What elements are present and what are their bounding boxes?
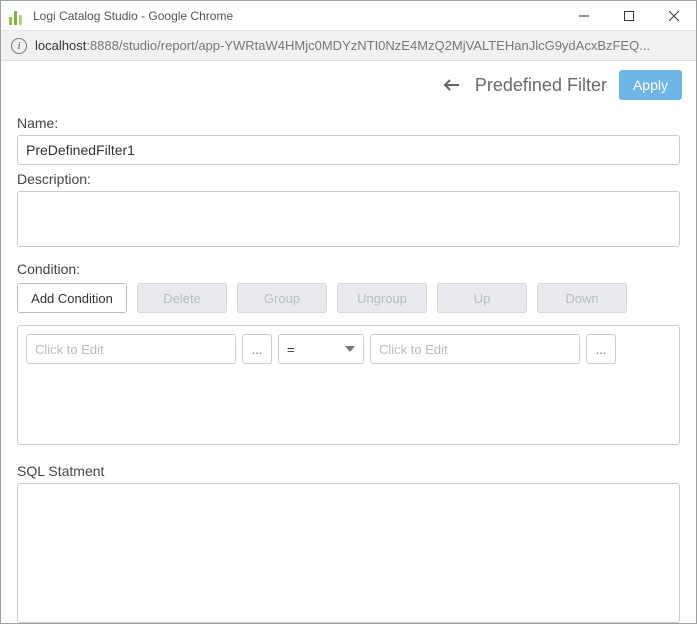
condition-row: Click to Edit ... = Click to Edit ... [26, 334, 671, 364]
name-input[interactable] [17, 135, 680, 165]
window-titlebar: Logi Catalog Studio - Google Chrome [1, 1, 696, 31]
close-icon [669, 11, 679, 21]
form-content: Name: Description: Condition: Add Condit… [1, 115, 696, 639]
minimize-icon [579, 11, 589, 21]
group-button[interactable]: Group [237, 283, 327, 313]
delete-button[interactable]: Delete [137, 283, 227, 313]
apply-button[interactable]: Apply [619, 70, 682, 100]
condition-left-browse-button[interactable]: ... [242, 334, 272, 364]
ungroup-button[interactable]: Ungroup [337, 283, 427, 313]
url-bar[interactable]: i localhost:8888/studio/report/app-YWRta… [1, 31, 696, 61]
condition-operator-select[interactable]: = [278, 334, 364, 364]
page-title: Predefined Filter [475, 75, 607, 96]
condition-operator-value: = [287, 342, 295, 357]
window-close-button[interactable] [651, 1, 696, 31]
app-icon [9, 7, 27, 25]
description-input[interactable] [17, 191, 680, 247]
condition-label: Condition: [17, 261, 680, 277]
url-host: localhost [35, 38, 86, 53]
back-button[interactable] [441, 74, 463, 96]
up-button[interactable]: Up [437, 283, 527, 313]
url-path: :8888/studio/report/app-YWRtaW4HMjc0MDYz… [86, 38, 650, 53]
site-info-icon[interactable]: i [11, 38, 27, 54]
name-label: Name: [17, 115, 680, 131]
window-minimize-button[interactable] [561, 1, 606, 31]
condition-left-field[interactable]: Click to Edit [26, 334, 236, 364]
condition-toolbar: Add Condition Delete Group Ungroup Up Do… [17, 283, 680, 313]
arrow-left-icon [442, 75, 462, 95]
chevron-down-icon [345, 346, 355, 352]
window-title: Logi Catalog Studio - Google Chrome [33, 9, 561, 23]
description-label: Description: [17, 171, 680, 187]
page-header: Predefined Filter Apply [1, 61, 696, 109]
condition-panel: Click to Edit ... = Click to Edit ... [17, 325, 680, 445]
window-maximize-button[interactable] [606, 1, 651, 31]
maximize-icon [624, 11, 634, 21]
sql-statement-input[interactable] [17, 483, 680, 623]
down-button[interactable]: Down [537, 283, 627, 313]
add-condition-button[interactable]: Add Condition [17, 283, 127, 313]
condition-right-field[interactable]: Click to Edit [370, 334, 580, 364]
sql-label: SQL Statment [17, 463, 680, 479]
condition-right-browse-button[interactable]: ... [586, 334, 616, 364]
